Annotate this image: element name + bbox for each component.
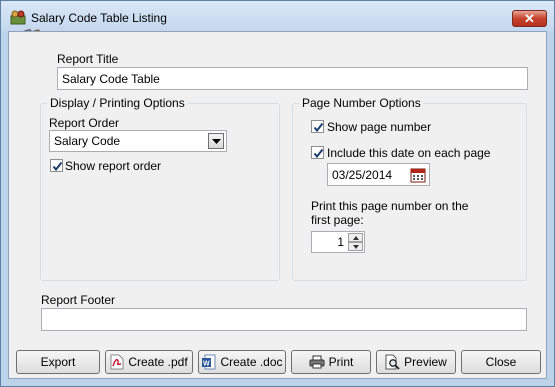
export-button[interactable]: Export xyxy=(16,350,100,374)
preview-label: Preview xyxy=(404,355,447,369)
chevron-up-icon xyxy=(353,236,359,240)
show-report-order-label: Show report order xyxy=(65,159,162,173)
include-date-checkbox[interactable] xyxy=(311,146,324,159)
printer-icon xyxy=(309,355,325,369)
stepper-up-button[interactable] xyxy=(348,233,363,242)
window-title: Salary Code Table Listing xyxy=(31,11,167,25)
report-title-input[interactable]: Salary Code Table xyxy=(57,67,528,90)
first-page-number-label-line1: Print this page number on the xyxy=(311,199,469,213)
date-value: 03/25/2014 xyxy=(332,168,393,182)
report-order-value: Salary Code xyxy=(54,134,121,148)
export-button-label: Export xyxy=(40,355,76,369)
create-pdf-label: Create .pdf xyxy=(128,355,188,369)
dialog-window: Salary Code Table Listing ✕ Report Title… xyxy=(0,0,555,387)
close-label: Close xyxy=(485,355,517,369)
preview-magnifier-icon xyxy=(385,354,400,370)
dropdown-arrow-button[interactable] xyxy=(208,133,224,149)
first-page-number-value: 1 xyxy=(337,235,344,249)
first-page-number-label-line2: first page: xyxy=(311,213,364,227)
show-page-number-checkbox[interactable] xyxy=(311,120,324,133)
show-page-number-label: Show page number xyxy=(327,120,432,134)
report-footer-label: Report Footer xyxy=(41,293,116,307)
report-title-label: Report Title xyxy=(57,52,119,66)
window-close-button[interactable]: ✕ xyxy=(512,10,547,27)
chevron-down-icon xyxy=(353,245,359,249)
stepper-down-button[interactable] xyxy=(348,242,363,251)
word-doc-icon: W xyxy=(202,354,216,370)
pdf-icon xyxy=(110,354,124,370)
date-input[interactable]: 03/25/2014 xyxy=(327,163,430,186)
show-report-order-checkbox[interactable] xyxy=(50,159,63,172)
calendar-icon xyxy=(410,168,426,183)
page-number-options-legend: Page Number Options xyxy=(299,96,424,110)
checkmark-icon xyxy=(52,161,63,172)
close-button[interactable]: Close xyxy=(461,350,541,374)
create-doc-label: Create .doc xyxy=(220,355,283,369)
checkmark-icon xyxy=(313,148,324,159)
print-button[interactable]: Print xyxy=(291,350,371,374)
create-pdf-button[interactable]: Create .pdf xyxy=(105,350,193,374)
chevron-down-icon xyxy=(212,139,221,144)
title-bar[interactable]: Salary Code Table Listing ✕ xyxy=(1,1,554,31)
report-footer-input[interactable] xyxy=(41,308,527,331)
display-printing-options-legend: Display / Printing Options xyxy=(47,96,188,110)
checkmark-icon xyxy=(313,122,324,133)
report-order-label: Report Order xyxy=(49,116,120,130)
first-page-number-stepper[interactable]: 1 xyxy=(311,231,365,253)
svg-text:W: W xyxy=(203,361,210,368)
include-date-label: Include this date on each page xyxy=(327,146,491,160)
dialog-client-area: Report Title Salary Code Table Display /… xyxy=(8,31,547,379)
create-doc-button[interactable]: W Create .doc xyxy=(198,350,286,374)
app-icon xyxy=(10,10,26,25)
report-order-select[interactable]: Salary Code xyxy=(49,130,227,152)
calendar-button[interactable] xyxy=(410,167,426,183)
preview-button[interactable]: Preview xyxy=(376,350,456,374)
print-label: Print xyxy=(328,355,354,369)
